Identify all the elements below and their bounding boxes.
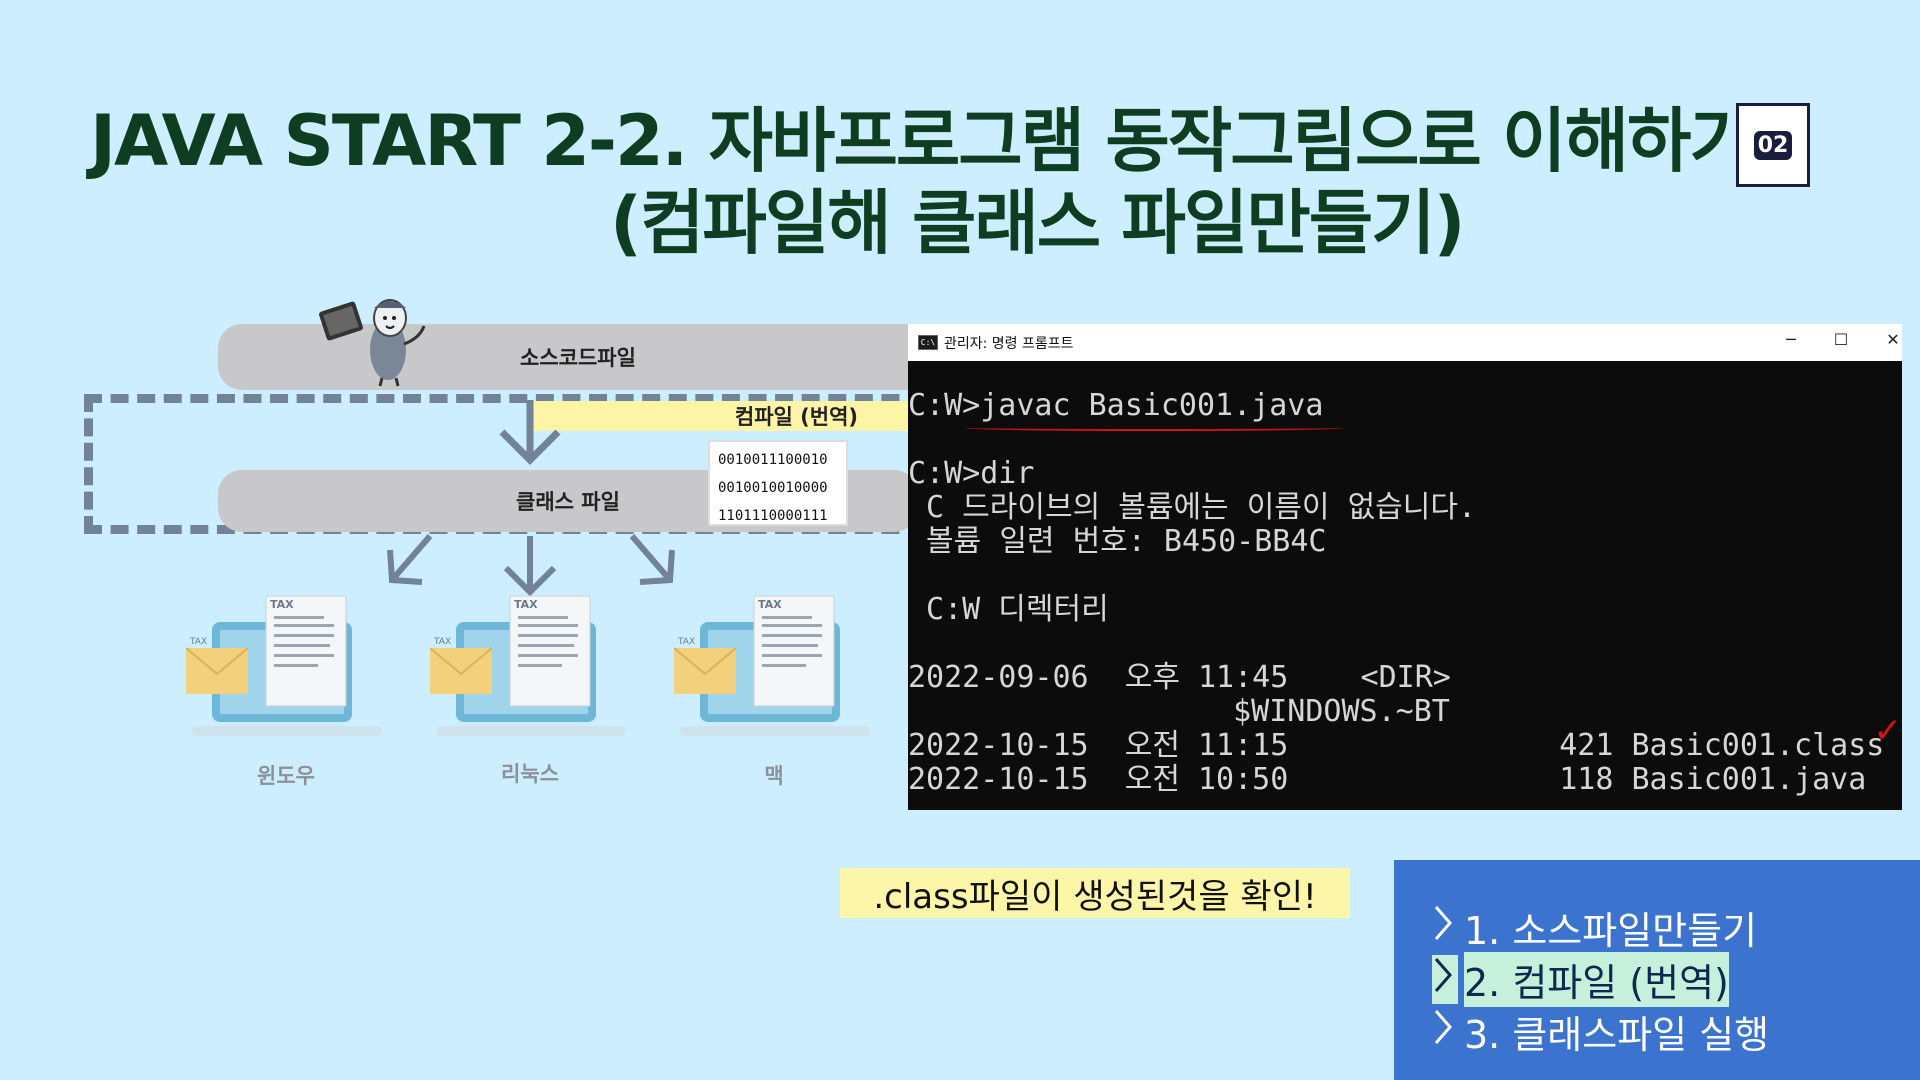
toc-item-2[interactable]: 2. 컴파일 (번역) [1432,952,1729,1007]
window-title: 관리자: 명령 프롬프트 [944,335,1074,352]
red-check-icon: ✓ [1873,711,1903,751]
svg-text:TAX: TAX [270,598,294,611]
note-text: .class파일이 생성된것을 확인! [873,876,1317,917]
terminal-line: 2022-10-15 오전 11:15 421 Basic001.class [908,728,1885,763]
close-button[interactable]: ✕ [1878,330,1902,349]
arrow-down-icon [499,400,561,465]
page-number: 02 [1753,130,1793,160]
computer-tax-icon: TAX TAX [185,595,382,736]
binary-code-box: 0010011100010 0010010010000 110111000011… [708,440,848,526]
page-number-badge: 02 [1736,103,1810,187]
chevron-right-icon [1432,955,1458,1004]
svg-text:TAX: TAX [677,637,695,647]
toc-label: 2. 컴파일 (번역) [1464,952,1729,1007]
binary-line: 1101110000111 [718,508,828,524]
terminal-line: C 드라이브의 볼륨에는 이름이 없습니다. [908,490,1477,525]
minimize-button[interactable]: ─ [1776,330,1806,349]
compile-label-text: 컴파일 (번역) [734,405,858,429]
chevron-right-icon [1432,1007,1458,1056]
page-title: JAVA START 2-2. 자바프로그램 동작그림으로 이해하기 (컴파일해… [90,100,1754,264]
binary-line: 0010011100010 [718,452,828,468]
terminal-line: 2022-10-15 오전 10:50 118 Basic001.java [908,762,1867,797]
terminal-output[interactable]: C:W>javac Basic001.java C:W>dir C 드라이브의 … [908,361,1902,810]
os-label: 맥 [764,764,784,788]
toc-item-1[interactable]: 1. 소스파일만들기 [1432,900,1757,955]
os-label: 윈도우 [257,764,315,788]
command-prompt-window[interactable]: C:\ 관리자: 명령 프롬프트 ─ ☐ ✕ C:W>javac Basic00… [908,324,1902,810]
svg-text:TAX: TAX [189,637,207,647]
svg-text:TAX: TAX [433,637,451,647]
svg-text:TAX: TAX [758,598,782,611]
confirmation-note: .class파일이 생성된것을 확인! [840,868,1350,918]
compile-label: 컴파일 (번역) [534,401,914,431]
platform-linux: TAX TAX 리눅스 [429,594,630,786]
toc-label: 3. 클래스파일 실행 [1464,1013,1770,1057]
os-label: 리눅스 [501,762,559,786]
class-file-label: 클래스 파일 [516,490,620,514]
binary-line: 0010010010000 [718,480,828,496]
developer-illustration [319,299,426,387]
toc-item-3[interactable]: 3. 클래스파일 실행 [1432,1004,1769,1059]
maximize-button[interactable]: ☐ [1826,330,1856,349]
svg-text:TAX: TAX [514,598,538,611]
computer-tax-icon: TAX TAX [429,595,626,736]
platform-mac: TAX TAX 맥 [673,594,874,788]
window-titlebar[interactable]: C:\ 관리자: 명령 프롬프트 ─ ☐ ✕ [908,324,1902,361]
toc-label: 1. 소스파일만들기 [1464,909,1758,953]
arrow-down-left-icon [387,534,433,585]
terminal-line: C:W 디렉터리 [908,592,1109,627]
source-file-label: 소스코드파일 [520,346,636,370]
terminal-line: 볼륨 일련 번호: B450-BB4C [908,524,1327,559]
computer-tax-icon: TAX TAX [673,595,870,736]
cmd-icon: C:\ [918,335,938,350]
terminal-line: $WINDOWS.~BT [908,694,1450,729]
chevron-right-icon [1432,903,1458,952]
platform-windows: TAX TAX 윈도우 [185,594,386,788]
terminal-line: C:W>dir [908,456,1035,491]
title-line-1: JAVA START 2-2. 자바프로그램 동작그림으로 이해하기 [90,100,1754,182]
arrow-down-icon [503,536,557,597]
arrow-down-right-icon [629,534,675,585]
toc-panel: 1. 소스파일만들기 2. 컴파일 (번역) 3. 클래스파일 실행 [1394,860,1920,1080]
terminal-line: 2022-09-06 오후 11:45 <DIR> [908,660,1451,695]
title-line-2: (컴파일해 클래스 파일만들기) [610,182,1466,264]
red-underline-annotation [964,425,1344,431]
terminal-line: C:W>javac Basic001.java [908,388,1324,423]
